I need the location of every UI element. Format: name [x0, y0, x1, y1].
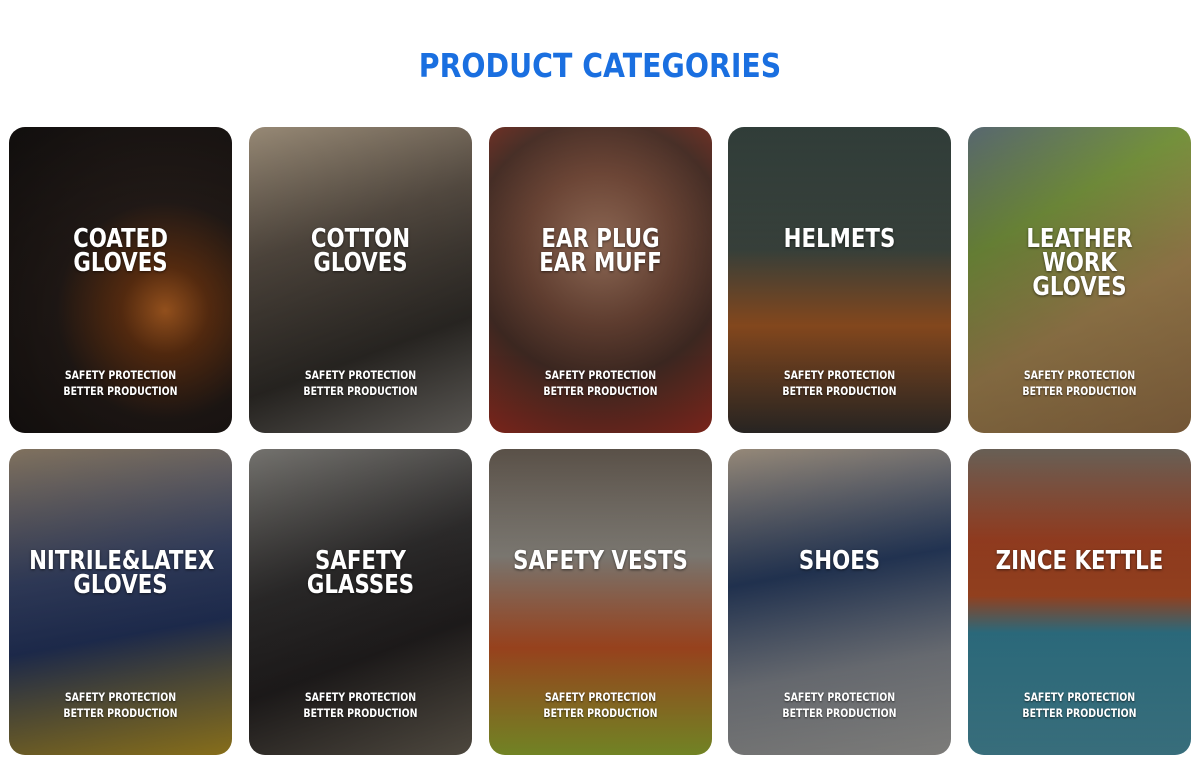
- tagline-line-1: SAFETY PROTECTION: [304, 690, 416, 704]
- card-title: EAR PLUG EAR MUFF: [538, 224, 662, 278]
- card-title: COTTON GLOVES: [310, 224, 410, 278]
- card-tagline: SAFETY PROTECTION BETTER PRODUCTION: [509, 689, 692, 721]
- category-card-shoes[interactable]: SHOES SAFETY PROTECTION BETTER PRODUCTIO…: [728, 449, 952, 755]
- tagline-line-2: BETTER PRODUCTION: [303, 384, 418, 398]
- tagline-line-1: SAFETY PROTECTION: [64, 690, 177, 704]
- card-title: ZINCE KETTLE: [995, 546, 1164, 576]
- card-tagline: SAFETY PROTECTION BETTER PRODUCTION: [988, 689, 1171, 721]
- card-title: SAFETY GLASSES: [306, 546, 414, 600]
- tagline-line-2: BETTER PRODUCTION: [1022, 384, 1137, 398]
- tagline-line-1: SAFETY PROTECTION: [784, 368, 896, 382]
- category-card-leather-work-gloves[interactable]: LEATHER WORK GLOVES SAFETY PROTECTION BE…: [968, 127, 1191, 433]
- card-title: LEATHER WORK GLOVES: [1026, 224, 1133, 302]
- card-title: HELMETS: [783, 224, 896, 254]
- tagline-line-1: SAFETY PROTECTION: [1023, 690, 1136, 704]
- category-card-safety-vests[interactable]: SAFETY VESTS SAFETY PROTECTION BETTER PR…: [488, 449, 712, 755]
- tagline-line-1: SAFETY PROTECTION: [784, 690, 896, 704]
- tagline-line-1: SAFETY PROTECTION: [1023, 368, 1136, 382]
- tagline-line-2: BETTER PRODUCTION: [63, 384, 178, 398]
- tagline-line-2: BETTER PRODUCTION: [1022, 706, 1137, 720]
- card-tagline: SAFETY PROTECTION BETTER PRODUCTION: [509, 367, 692, 399]
- card-tagline: SAFETY PROTECTION BETTER PRODUCTION: [29, 689, 212, 721]
- page-title: PRODUCT CATEGORIES: [418, 46, 782, 85]
- category-card-coated-gloves[interactable]: COATED GLOVES SAFETY PROTECTION BETTER P…: [9, 127, 232, 433]
- category-card-ear-plug-ear-muff[interactable]: EAR PLUG EAR MUFF SAFETY PROTECTION BETT…: [488, 127, 712, 433]
- tagline-line-2: BETTER PRODUCTION: [303, 706, 418, 720]
- card-title: NITRILE&LATEX GLOVES: [29, 546, 215, 600]
- tagline-line-1: SAFETY PROTECTION: [64, 368, 177, 382]
- category-card-nitrile-latex-gloves[interactable]: NITRILE&LATEX GLOVES SAFETY PROTECTION B…: [9, 449, 232, 755]
- tagline-line-1: SAFETY PROTECTION: [544, 690, 656, 704]
- tagline-line-2: BETTER PRODUCTION: [782, 706, 897, 720]
- tagline-line-1: SAFETY PROTECTION: [544, 368, 656, 382]
- category-grid: COATED GLOVES SAFETY PROTECTION BETTER P…: [9, 127, 1191, 755]
- card-title: SAFETY VESTS: [512, 546, 688, 576]
- card-tagline: SAFETY PROTECTION BETTER PRODUCTION: [748, 689, 931, 721]
- card-tagline: SAFETY PROTECTION BETTER PRODUCTION: [748, 367, 931, 399]
- tagline-line-2: BETTER PRODUCTION: [782, 384, 897, 398]
- card-tagline: SAFETY PROTECTION BETTER PRODUCTION: [269, 689, 452, 721]
- category-card-cotton-gloves[interactable]: COTTON GLOVES SAFETY PROTECTION BETTER P…: [248, 127, 472, 433]
- card-title: COATED GLOVES: [73, 224, 168, 278]
- category-card-safety-glasses[interactable]: SAFETY GLASSES SAFETY PROTECTION BETTER …: [248, 449, 472, 755]
- card-tagline: SAFETY PROTECTION BETTER PRODUCTION: [269, 367, 452, 399]
- card-tagline: SAFETY PROTECTION BETTER PRODUCTION: [29, 367, 212, 399]
- tagline-line-2: BETTER PRODUCTION: [63, 706, 178, 720]
- card-title: SHOES: [799, 546, 881, 576]
- category-card-zince-kettle[interactable]: ZINCE KETTLE SAFETY PROTECTION BETTER PR…: [968, 449, 1191, 755]
- card-tagline: SAFETY PROTECTION BETTER PRODUCTION: [988, 367, 1171, 399]
- category-card-helmets[interactable]: HELMETS SAFETY PROTECTION BETTER PRODUCT…: [728, 127, 952, 433]
- tagline-line-2: BETTER PRODUCTION: [542, 384, 658, 398]
- tagline-line-1: SAFETY PROTECTION: [304, 368, 416, 382]
- tagline-line-2: BETTER PRODUCTION: [542, 706, 658, 720]
